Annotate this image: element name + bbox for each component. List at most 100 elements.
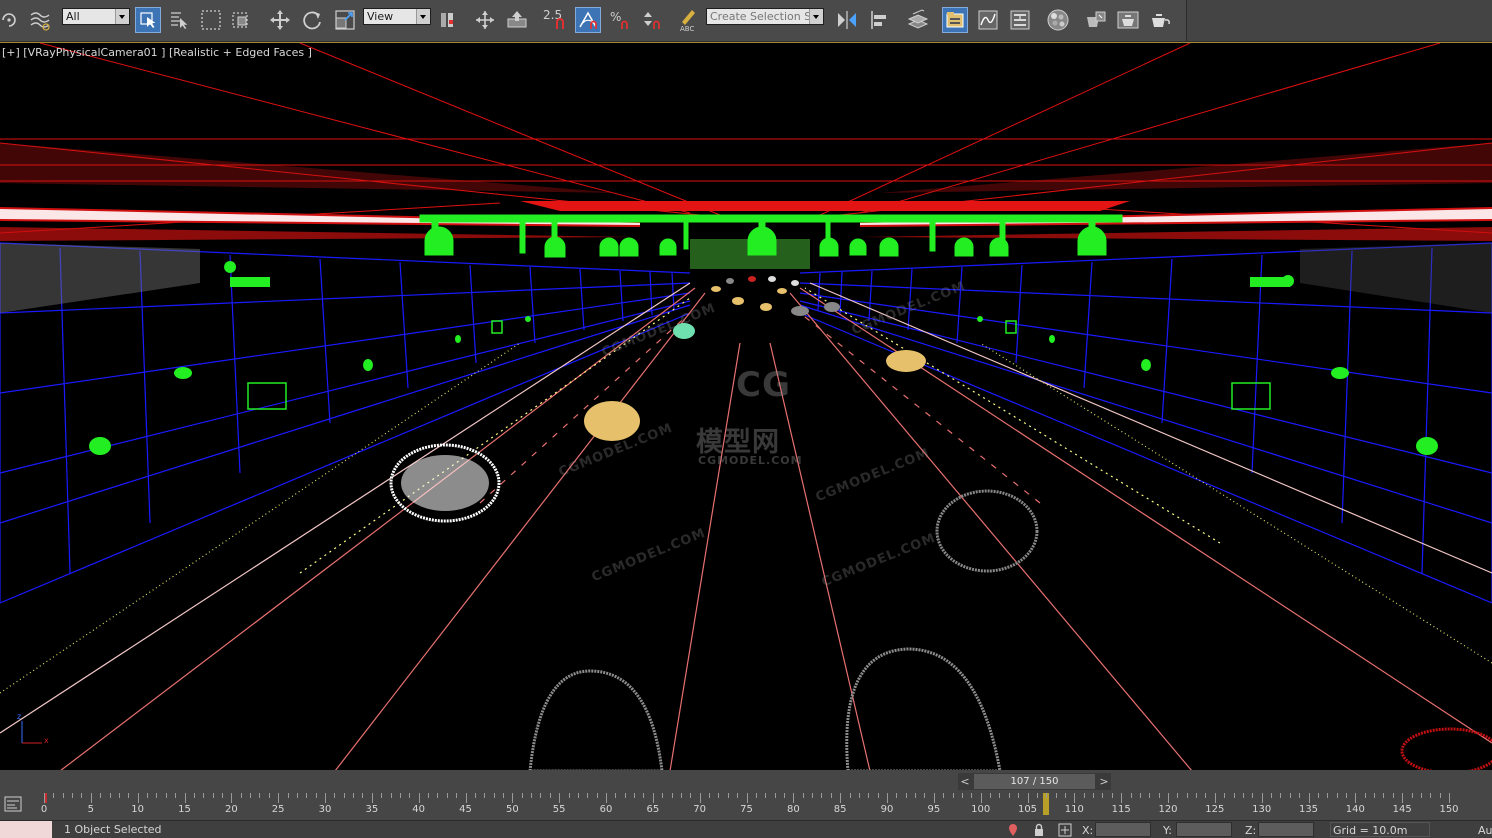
timeline-tick [399, 793, 401, 798]
auto-key-button[interactable]: Au [1478, 824, 1492, 837]
timeline-tick [287, 793, 289, 798]
timeline-tick [830, 793, 832, 798]
timeline-tick [680, 793, 682, 798]
z-coordinate-field[interactable] [1258, 822, 1314, 837]
next-frame-button[interactable]: > [1097, 773, 1111, 790]
maxscript-listener-input[interactable] [0, 821, 52, 838]
timeline-tick-label: 20 [224, 804, 238, 815]
timeline-tick [634, 793, 636, 798]
timeline-tick [1046, 793, 1048, 798]
use-pivot-center-icon[interactable] [436, 7, 462, 33]
timeline-tick [147, 793, 149, 798]
selection-filter-value: All [66, 10, 80, 23]
bind-space-warp-icon[interactable] [27, 7, 53, 33]
timeline-tick [1439, 793, 1441, 798]
rendered-frame-window-icon[interactable] [1115, 7, 1141, 33]
render-setup-icon[interactable] [1083, 7, 1109, 33]
timeline-tick [493, 793, 495, 798]
timeline-tick [802, 793, 804, 798]
spinner-snap-toggle-icon[interactable] [639, 7, 665, 33]
timeline-tick [521, 793, 523, 798]
keyboard-shortcut-override-icon[interactable] [504, 7, 530, 33]
timeline-tick-label: 145 [1392, 804, 1412, 815]
viewport-label[interactable]: [+] [VRayPhysicalCamera01 ] [Realistic +… [2, 46, 312, 59]
timeline-tick-label: 45 [459, 804, 472, 815]
rectangular-selection-region-icon[interactable] [198, 7, 224, 33]
edit-named-selection-sets-icon[interactable]: ABC [675, 7, 701, 33]
named-selection-sets-dropdown[interactable]: Create Selection Se [706, 8, 824, 25]
render-production-icon[interactable] [1147, 7, 1173, 33]
timeline-tick [109, 793, 111, 798]
track-bar[interactable]: 0 5 10 15 20 25 30 35 40 45 50 55 60 65 70 75 80 85 90 95 10… [41, 791, 1476, 818]
timeline-tick [1308, 793, 1310, 803]
lock-icon[interactable] [1032, 823, 1046, 837]
timeline-tick [137, 793, 139, 803]
camera-viewport[interactable]: [+] [VRayPhysicalCamera01 ] [Realistic +… [0, 42, 1492, 771]
timeline-tick [53, 793, 55, 798]
timeline-tick [502, 793, 504, 798]
timeline-tick [1430, 793, 1432, 798]
mirror-icon[interactable] [834, 7, 860, 33]
timeline-tick [62, 793, 64, 798]
schematic-view-icon[interactable] [1007, 7, 1033, 33]
reference-coordinate-dropdown[interactable]: View [363, 8, 431, 25]
timeline-tick-label: 5 [87, 804, 95, 815]
undo-icon[interactable] [0, 7, 22, 33]
svg-text:%: % [610, 10, 621, 24]
timeline-tick [1093, 793, 1095, 798]
timeline-tick [1383, 793, 1385, 798]
select-and-move-icon[interactable] [267, 7, 293, 33]
window-crossing-icon[interactable] [229, 7, 255, 33]
timeline-tick [465, 793, 467, 803]
material-editor-icon[interactable] [1045, 7, 1071, 33]
select-and-rotate-icon[interactable] [299, 7, 325, 33]
tunnel-scene[interactable]: z x [0, 43, 1492, 771]
time-slider[interactable]: < 107 / 150 > [958, 773, 1111, 790]
timeline-tick [1018, 793, 1020, 798]
watermark-logo: CG [736, 365, 791, 405]
timeline-tick [943, 793, 945, 798]
timeline-tick [306, 793, 308, 798]
timeline-tick-label: 135 [1298, 804, 1319, 815]
select-and-manipulate-icon[interactable] [472, 7, 498, 33]
timeline-tick [1280, 793, 1282, 798]
timeline-tick-label: 30 [318, 804, 332, 815]
timeline-tick [334, 793, 336, 798]
timeline-tick [474, 793, 476, 798]
selection-filter-dropdown[interactable]: All [62, 8, 130, 25]
scene-explorer-icon[interactable] [942, 7, 968, 33]
select-by-name-icon[interactable] [166, 7, 192, 33]
absolute-mode-transform-icon[interactable] [1058, 823, 1072, 837]
timeline-tick [765, 793, 767, 798]
select-and-scale-icon[interactable] [332, 7, 358, 33]
timeline-tick [549, 793, 551, 798]
timeline-tick [699, 793, 701, 803]
time-slider-frame-display[interactable]: 107 / 150 [974, 774, 1095, 789]
named-selection-sets-input[interactable]: Create Selection Se [710, 10, 818, 23]
chevron-down-icon[interactable] [809, 9, 823, 24]
isolate-selection-icon[interactable] [1006, 823, 1020, 837]
timeline-tick [840, 793, 842, 803]
layer-manager-icon[interactable] [905, 7, 931, 33]
previous-frame-button[interactable]: < [958, 773, 972, 790]
y-coordinate-field[interactable] [1176, 822, 1232, 837]
angle-snap-toggle-icon[interactable] [575, 7, 601, 33]
timeline-tick [961, 793, 963, 798]
timeline-tick [1186, 793, 1188, 798]
timeline-tick [868, 793, 870, 798]
mini-curve-editor-icon[interactable] [4, 795, 22, 813]
timeline-tick-label: 60 [599, 804, 613, 815]
curve-editor-icon[interactable] [975, 7, 1001, 33]
timeline-tick [221, 793, 223, 798]
timeline-tick [390, 793, 392, 798]
select-object-icon[interactable] [135, 7, 161, 33]
chevron-down-icon[interactable] [115, 9, 129, 24]
snaps-toggle-icon[interactable]: 2.5 [542, 7, 568, 33]
timeline-tick [1027, 793, 1029, 803]
chevron-down-icon[interactable] [416, 9, 430, 24]
percent-snap-toggle-icon[interactable]: % [607, 7, 633, 33]
x-coordinate-field[interactable] [1095, 822, 1151, 837]
timeline-tick [1158, 793, 1160, 798]
align-icon[interactable] [867, 7, 893, 33]
timeline-tick [812, 793, 814, 798]
